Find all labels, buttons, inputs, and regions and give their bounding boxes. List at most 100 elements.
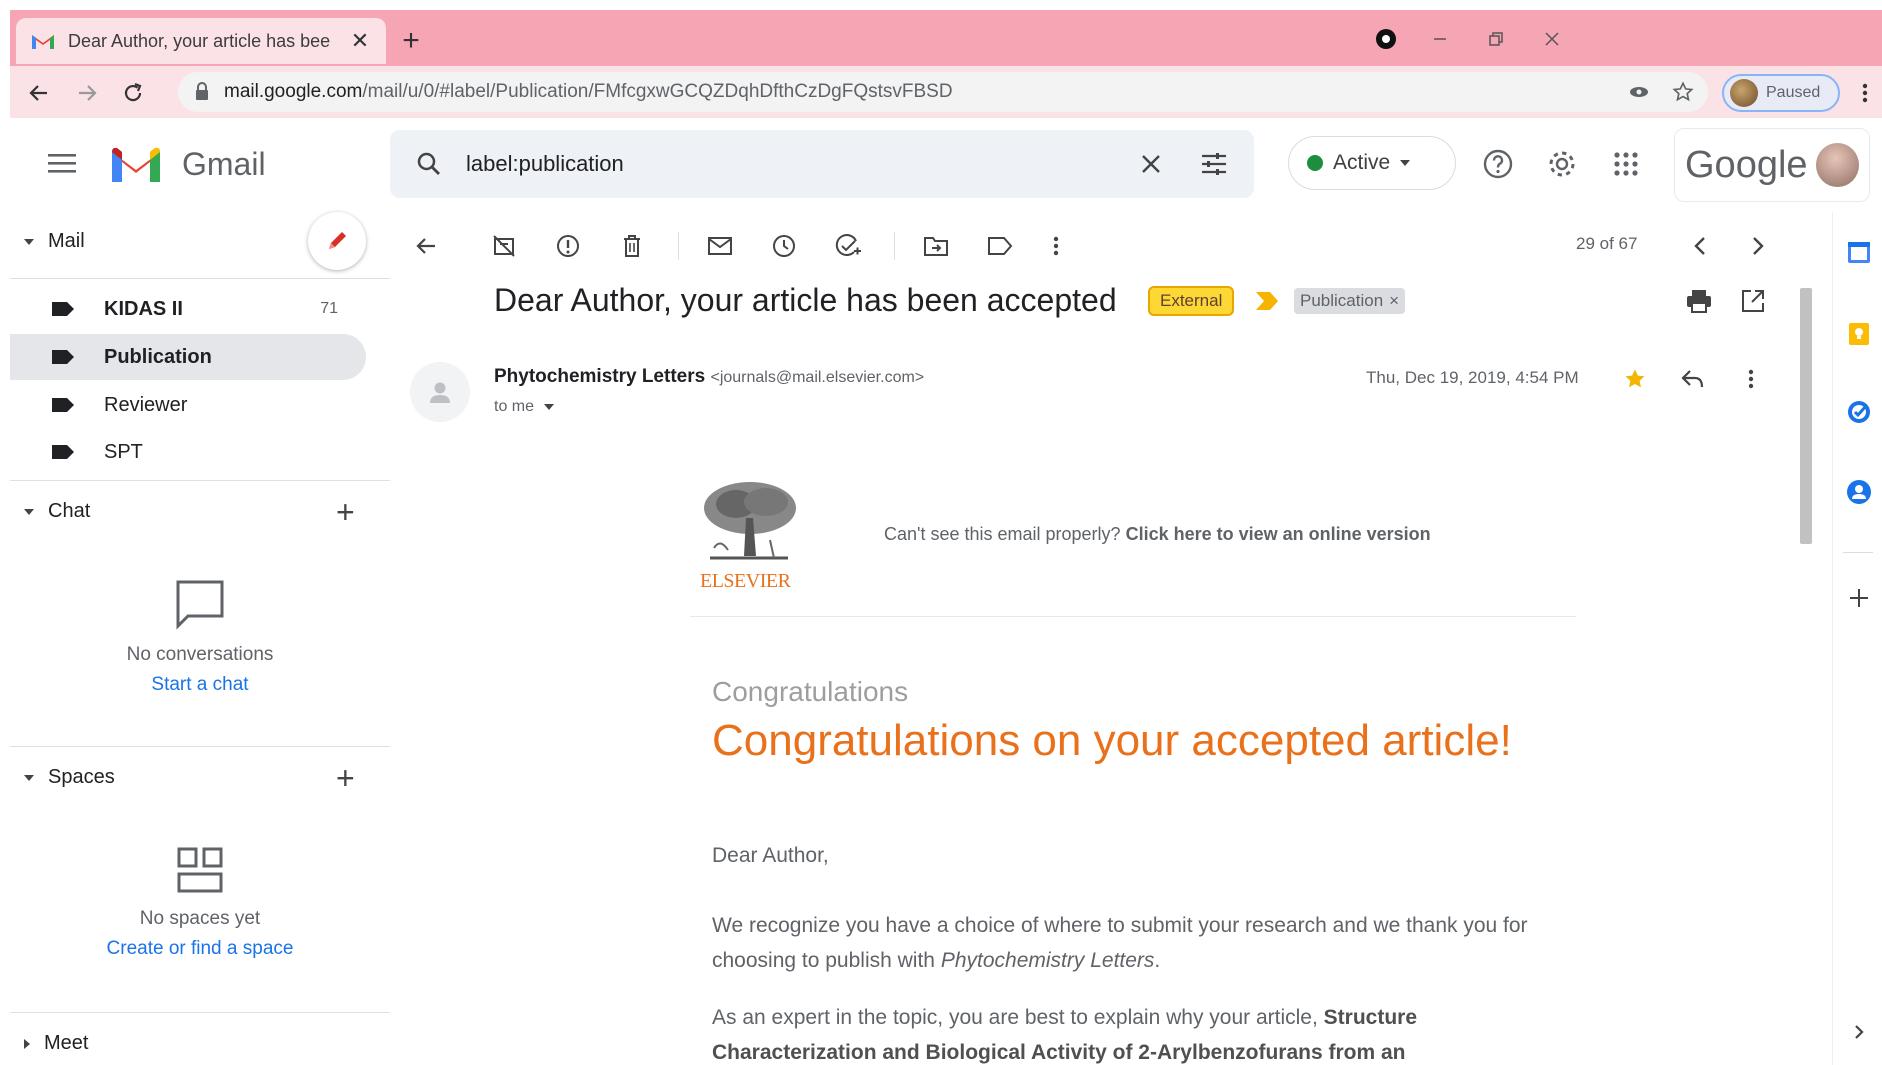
snooze-clock-icon[interactable] [768,230,800,262]
google-account-button[interactable]: Google [1674,128,1870,202]
bookmark-star-icon[interactable] [1672,81,1694,103]
divider [10,1012,390,1013]
reply-icon[interactable] [1678,364,1708,394]
spaces-section-header[interactable]: Spaces [24,766,115,789]
create-space-link[interactable]: Create or find a space [10,938,390,960]
elsevier-tree-icon [700,478,798,566]
label-chip-publication[interactable]: Publication × [1294,288,1406,314]
remove-label-icon[interactable]: × [1389,291,1399,311]
left-sidebar: Mail KIDAS II 71 Publication Reviewer SP… [10,212,390,1065]
forward-icon[interactable] [72,78,102,108]
account-avatar [1815,143,1859,187]
search-options-icon[interactable] [1200,151,1228,177]
label-item-spt[interactable]: SPT [10,429,366,475]
clear-search-icon[interactable] [1140,153,1162,175]
compose-button[interactable] [308,212,366,270]
chevron-down-icon [1400,160,1411,166]
recipient-details[interactable]: to me [494,398,555,416]
tab-title: Dear Author, your article has bee [68,30,331,51]
email-paragraph-2: As an expert in the topic, you are best … [712,1006,1418,1064]
more-actions-icon[interactable] [1040,230,1072,262]
eye-tracking-icon[interactable] [1628,81,1650,103]
external-badge: External [1148,286,1235,316]
status-selector[interactable]: Active [1288,136,1456,190]
print-icon[interactable] [1684,286,1714,316]
elsevier-logo[interactable]: ELSEVIER [700,478,800,592]
message-more-icon[interactable] [1736,364,1766,394]
restore-icon[interactable] [1476,24,1516,54]
search-icon[interactable] [416,151,442,177]
add-space-icon[interactable]: + [336,760,355,797]
sender-line: Phytochemistry Letters <journals@mail.el… [494,366,924,388]
chat-section-header[interactable]: Chat [24,500,90,523]
message-toolbar: 29 of 67 [400,212,1800,280]
sender-name[interactable]: Phytochemistry Letters [494,366,705,387]
gmail-wordmark: Gmail [182,146,266,182]
tasks-icon[interactable] [1845,398,1873,426]
older-chevron-right-icon[interactable] [1742,230,1774,262]
message-subject: Dear Author, your article has been accep… [494,282,1117,318]
profile-status: Paused [1766,84,1821,101]
mark-unread-icon[interactable] [704,230,736,262]
toolbar-separator [894,232,895,260]
label-tag-icon [52,445,74,459]
move-to-icon[interactable] [920,230,952,262]
close-window-icon[interactable] [1532,24,1572,54]
meet-section-header[interactable]: Meet [24,1032,88,1055]
new-tab-button[interactable]: + [396,24,426,58]
report-spam-icon[interactable] [552,230,584,262]
start-chat-link[interactable]: Start a chat [10,674,390,696]
star-icon[interactable] [1620,364,1650,394]
add-chat-icon[interactable]: + [336,494,355,531]
search-input[interactable]: label:publication [466,151,1140,177]
search-bar[interactable]: label:publication [390,130,1254,198]
pencil-icon [329,232,346,249]
show-side-panel-chevron-icon[interactable] [1845,1018,1873,1046]
email-divider [690,616,1576,617]
gmail-favicon-icon [32,35,54,49]
omnibox[interactable]: mail.google.com/mail/u/0/#label/Publicat… [178,72,1708,112]
gmail-logo-icon[interactable] [108,144,164,186]
mail-section-header[interactable]: Mail [24,230,85,253]
back-to-list-icon[interactable] [410,230,442,262]
profile-button[interactable]: Paused [1722,74,1840,112]
main-menu-icon[interactable] [48,152,76,174]
minimize-icon[interactable] [1420,24,1460,54]
sender-avatar[interactable] [410,362,470,422]
label-as-icon[interactable] [984,230,1016,262]
message-date: Thu, Dec 19, 2019, 4:54 PM [1366,368,1579,387]
elsevier-wordmark: ELSEVIER [700,570,791,592]
back-icon[interactable] [24,78,54,108]
apps-grid-icon[interactable] [1608,146,1644,182]
pagination-label: 29 of 67 [1576,234,1638,253]
tab-close-icon[interactable]: ✕ [348,28,372,54]
scrollbar-thumb[interactable] [1800,288,1812,544]
importance-marker-icon[interactable] [1256,292,1278,310]
archive-icon[interactable] [488,230,520,262]
browser-tab[interactable]: Dear Author, your article has bee ✕ [16,18,386,64]
add-to-tasks-icon[interactable] [832,230,864,262]
contacts-icon[interactable] [1845,478,1873,506]
active-status-dot [1307,155,1323,171]
help-icon[interactable] [1480,146,1516,182]
reload-icon[interactable] [118,78,148,108]
label-item-kidas-ii[interactable]: KIDAS II 71 [10,286,366,332]
delete-icon[interactable] [616,230,648,262]
spaces-empty-state: No spaces yet Create or find a space [10,846,390,960]
label-tag-icon [52,398,74,412]
label-item-publication[interactable]: Publication [10,334,366,380]
view-online-link[interactable]: Click here to view an online version [1126,524,1431,544]
divider [10,746,390,747]
get-addons-plus-icon[interactable] [1845,584,1873,612]
settings-gear-icon[interactable] [1544,146,1580,182]
side-panel-divider [1843,552,1873,553]
keep-icon[interactable] [1845,320,1873,348]
label-item-reviewer[interactable]: Reviewer [10,382,366,428]
profile-avatar [1730,79,1758,107]
newer-chevron-left-icon[interactable] [1684,230,1716,262]
incognito-extension-icon[interactable] [1366,24,1406,54]
browser-menu-icon[interactable] [1850,78,1880,108]
collapse-caret-icon [24,508,34,515]
calendar-icon[interactable] [1845,238,1873,266]
open-new-window-icon[interactable] [1738,286,1768,316]
